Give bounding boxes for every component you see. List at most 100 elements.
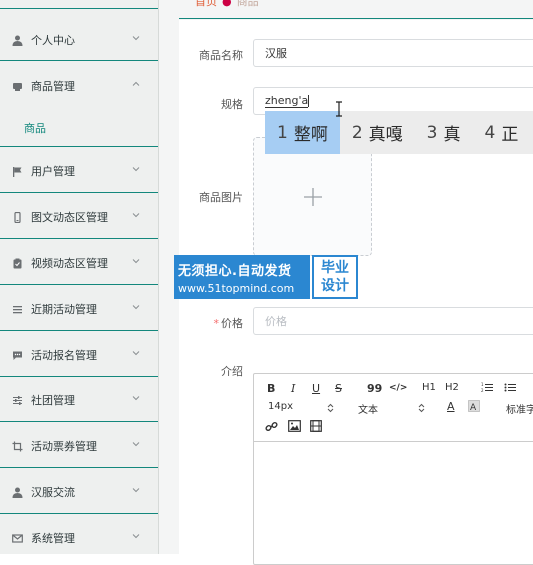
svg-text:A: A	[470, 403, 477, 412]
price-label: * 价格	[213, 317, 244, 330]
required-asterisk: *	[213, 317, 220, 330]
watermark-text-block: 无须担心.自动发货 www.51topmind.com	[174, 255, 310, 299]
breadcrumb-current: 商品	[236, 0, 259, 8]
image-icon[interactable]	[288, 420, 301, 432]
image-upload-button[interactable]	[253, 137, 372, 256]
watermark-line2: www.51topmind.com	[178, 281, 295, 295]
sidebar-item-label: 用户管理	[31, 165, 75, 178]
chevron-down-icon	[132, 488, 140, 493]
chevron-up-icon	[132, 81, 140, 86]
sidebar-item-image-text-area[interactable]: 图文动态区管理	[0, 197, 158, 237]
intro-label: 介绍	[221, 365, 243, 378]
sidebar-divider	[0, 376, 158, 377]
sidebar-item-label: 图文动态区管理	[31, 211, 108, 224]
font-type-select[interactable]: 文本	[358, 401, 378, 416]
h2-button[interactable]: H2	[445, 382, 459, 393]
sidebar-item-hanfu-exchange[interactable]: 汉服交流	[0, 472, 158, 512]
spec-label: 规格	[221, 98, 243, 111]
sidebar-item-label: 近期活动管理	[31, 303, 97, 316]
watermark-badge-line1: 毕业	[321, 260, 349, 276]
ime-candidate-2[interactable]: 2 真嘎	[340, 111, 415, 154]
bullet-list-icon[interactable]	[504, 382, 516, 393]
ordered-list-icon[interactable]: 12	[481, 382, 493, 393]
chevron-down-icon	[132, 534, 140, 539]
watermark-line1: 无须担心.自动发货	[178, 263, 292, 279]
sidebar-item-label: 系统管理	[31, 532, 75, 545]
sidebar-item-recent-activities[interactable]: 近期活动管理	[0, 289, 158, 329]
ime-candidate-3[interactable]: 3真	[415, 111, 473, 154]
rich-text-editor: B I U S 99 </> H1 H2 12 14px 文本 A A 标准字	[253, 373, 533, 565]
underline-button[interactable]: U	[312, 382, 320, 395]
chevron-down-icon	[132, 396, 140, 401]
ime-candidate-4[interactable]: 4正	[472, 111, 530, 154]
editor-toolbar: B I U S 99 </> H1 H2 12 14px 文本 A A 标准字	[254, 374, 533, 442]
sidebar: 个人中心 商品管理 商品 用户管理 图文动态区管理 视频动态区管理 近期活动管理…	[0, 0, 159, 554]
sidebar-item-ticket-management[interactable]: 活动票券管理	[0, 426, 158, 466]
sliders-icon	[10, 393, 24, 407]
quote-button[interactable]: 99	[367, 382, 382, 395]
sidebar-item-personal-center[interactable]: 个人中心	[0, 20, 158, 60]
italic-button[interactable]: I	[291, 382, 295, 395]
chevron-down-icon	[132, 305, 140, 310]
breadcrumb: 首页 ● 商品	[195, 0, 259, 9]
ime-candidate-popup: 1 整啊 2 真嘎 3真 4正	[265, 111, 533, 154]
sidebar-item-label: 活动票券管理	[31, 440, 97, 453]
phone-icon	[10, 210, 24, 224]
watermark-badge: 毕业 设计	[312, 255, 358, 299]
chevron-down-icon	[132, 442, 140, 447]
plus-icon	[303, 187, 322, 206]
sidebar-item-user-management[interactable]: 用户管理	[0, 151, 158, 191]
goods-image-label: 商品图片	[199, 191, 243, 204]
chevron-down-icon	[132, 167, 140, 172]
h1-button[interactable]: H1	[422, 382, 436, 393]
text-cursor-icon	[336, 101, 342, 117]
video-icon[interactable]	[310, 420, 322, 432]
align-select[interactable]: 标准字	[506, 401, 533, 416]
goods-name-label: 商品名称	[199, 49, 243, 62]
sidebar-divider	[0, 513, 158, 514]
sidebar-item-label: 汉服交流	[31, 486, 75, 499]
background-color-icon[interactable]: A	[468, 400, 480, 412]
code-button[interactable]: </>	[389, 383, 407, 393]
bold-button[interactable]: B	[267, 382, 275, 395]
breadcrumb-divider	[179, 18, 533, 19]
strike-button[interactable]: S	[335, 382, 342, 395]
select-arrows-icon	[418, 403, 425, 413]
font-size-select[interactable]: 14px	[268, 401, 293, 412]
user-icon	[10, 485, 24, 499]
sidebar-divider	[0, 467, 158, 468]
sidebar-item-label: 社团管理	[31, 394, 75, 407]
price-input[interactable]: 价格	[253, 307, 533, 335]
breadcrumb-home[interactable]: 首页	[195, 0, 217, 8]
sidebar-item-label: 个人中心	[31, 34, 75, 47]
sidebar-item-label: 活动报名管理	[31, 349, 97, 362]
clipboard-icon	[10, 256, 24, 270]
sidebar-item-video-area[interactable]: 视频动态区管理	[0, 243, 158, 283]
watermark-badge-line2: 设计	[321, 278, 349, 294]
chevron-down-icon	[132, 259, 140, 264]
font-color-button[interactable]: A	[447, 400, 455, 413]
sidebar-item-label: 商品管理	[31, 80, 75, 93]
link-icon[interactable]	[265, 420, 278, 433]
breadcrumb-separator-icon: ●	[222, 0, 232, 8]
sidebar-item-activity-signup[interactable]: 活动报名管理	[0, 335, 158, 375]
sidebar-item-system-management[interactable]: 系统管理	[0, 518, 158, 558]
chevron-down-icon	[132, 351, 140, 356]
sidebar-divider	[0, 421, 158, 422]
svg-text:1: 1	[481, 382, 484, 387]
sidebar-divider	[0, 330, 158, 331]
flag-icon	[10, 164, 24, 178]
sidebar-subitem-goods[interactable]: 商品	[24, 120, 46, 136]
svg-text:2: 2	[481, 388, 484, 393]
sidebar-item-club-management[interactable]: 社团管理	[0, 380, 158, 420]
sidebar-item-goods-management[interactable]: 商品管理	[0, 66, 158, 106]
ime-candidate-1[interactable]: 1 整啊	[265, 111, 340, 154]
sidebar-divider	[0, 60, 158, 61]
goods-name-input[interactable]: 汉服	[253, 39, 533, 67]
user-icon	[10, 33, 24, 47]
text-caret	[308, 95, 310, 107]
chevron-down-icon	[132, 213, 140, 218]
sidebar-divider	[0, 284, 158, 285]
list-icon	[10, 302, 24, 316]
sidebar-item-label: 视频动态区管理	[31, 257, 108, 270]
